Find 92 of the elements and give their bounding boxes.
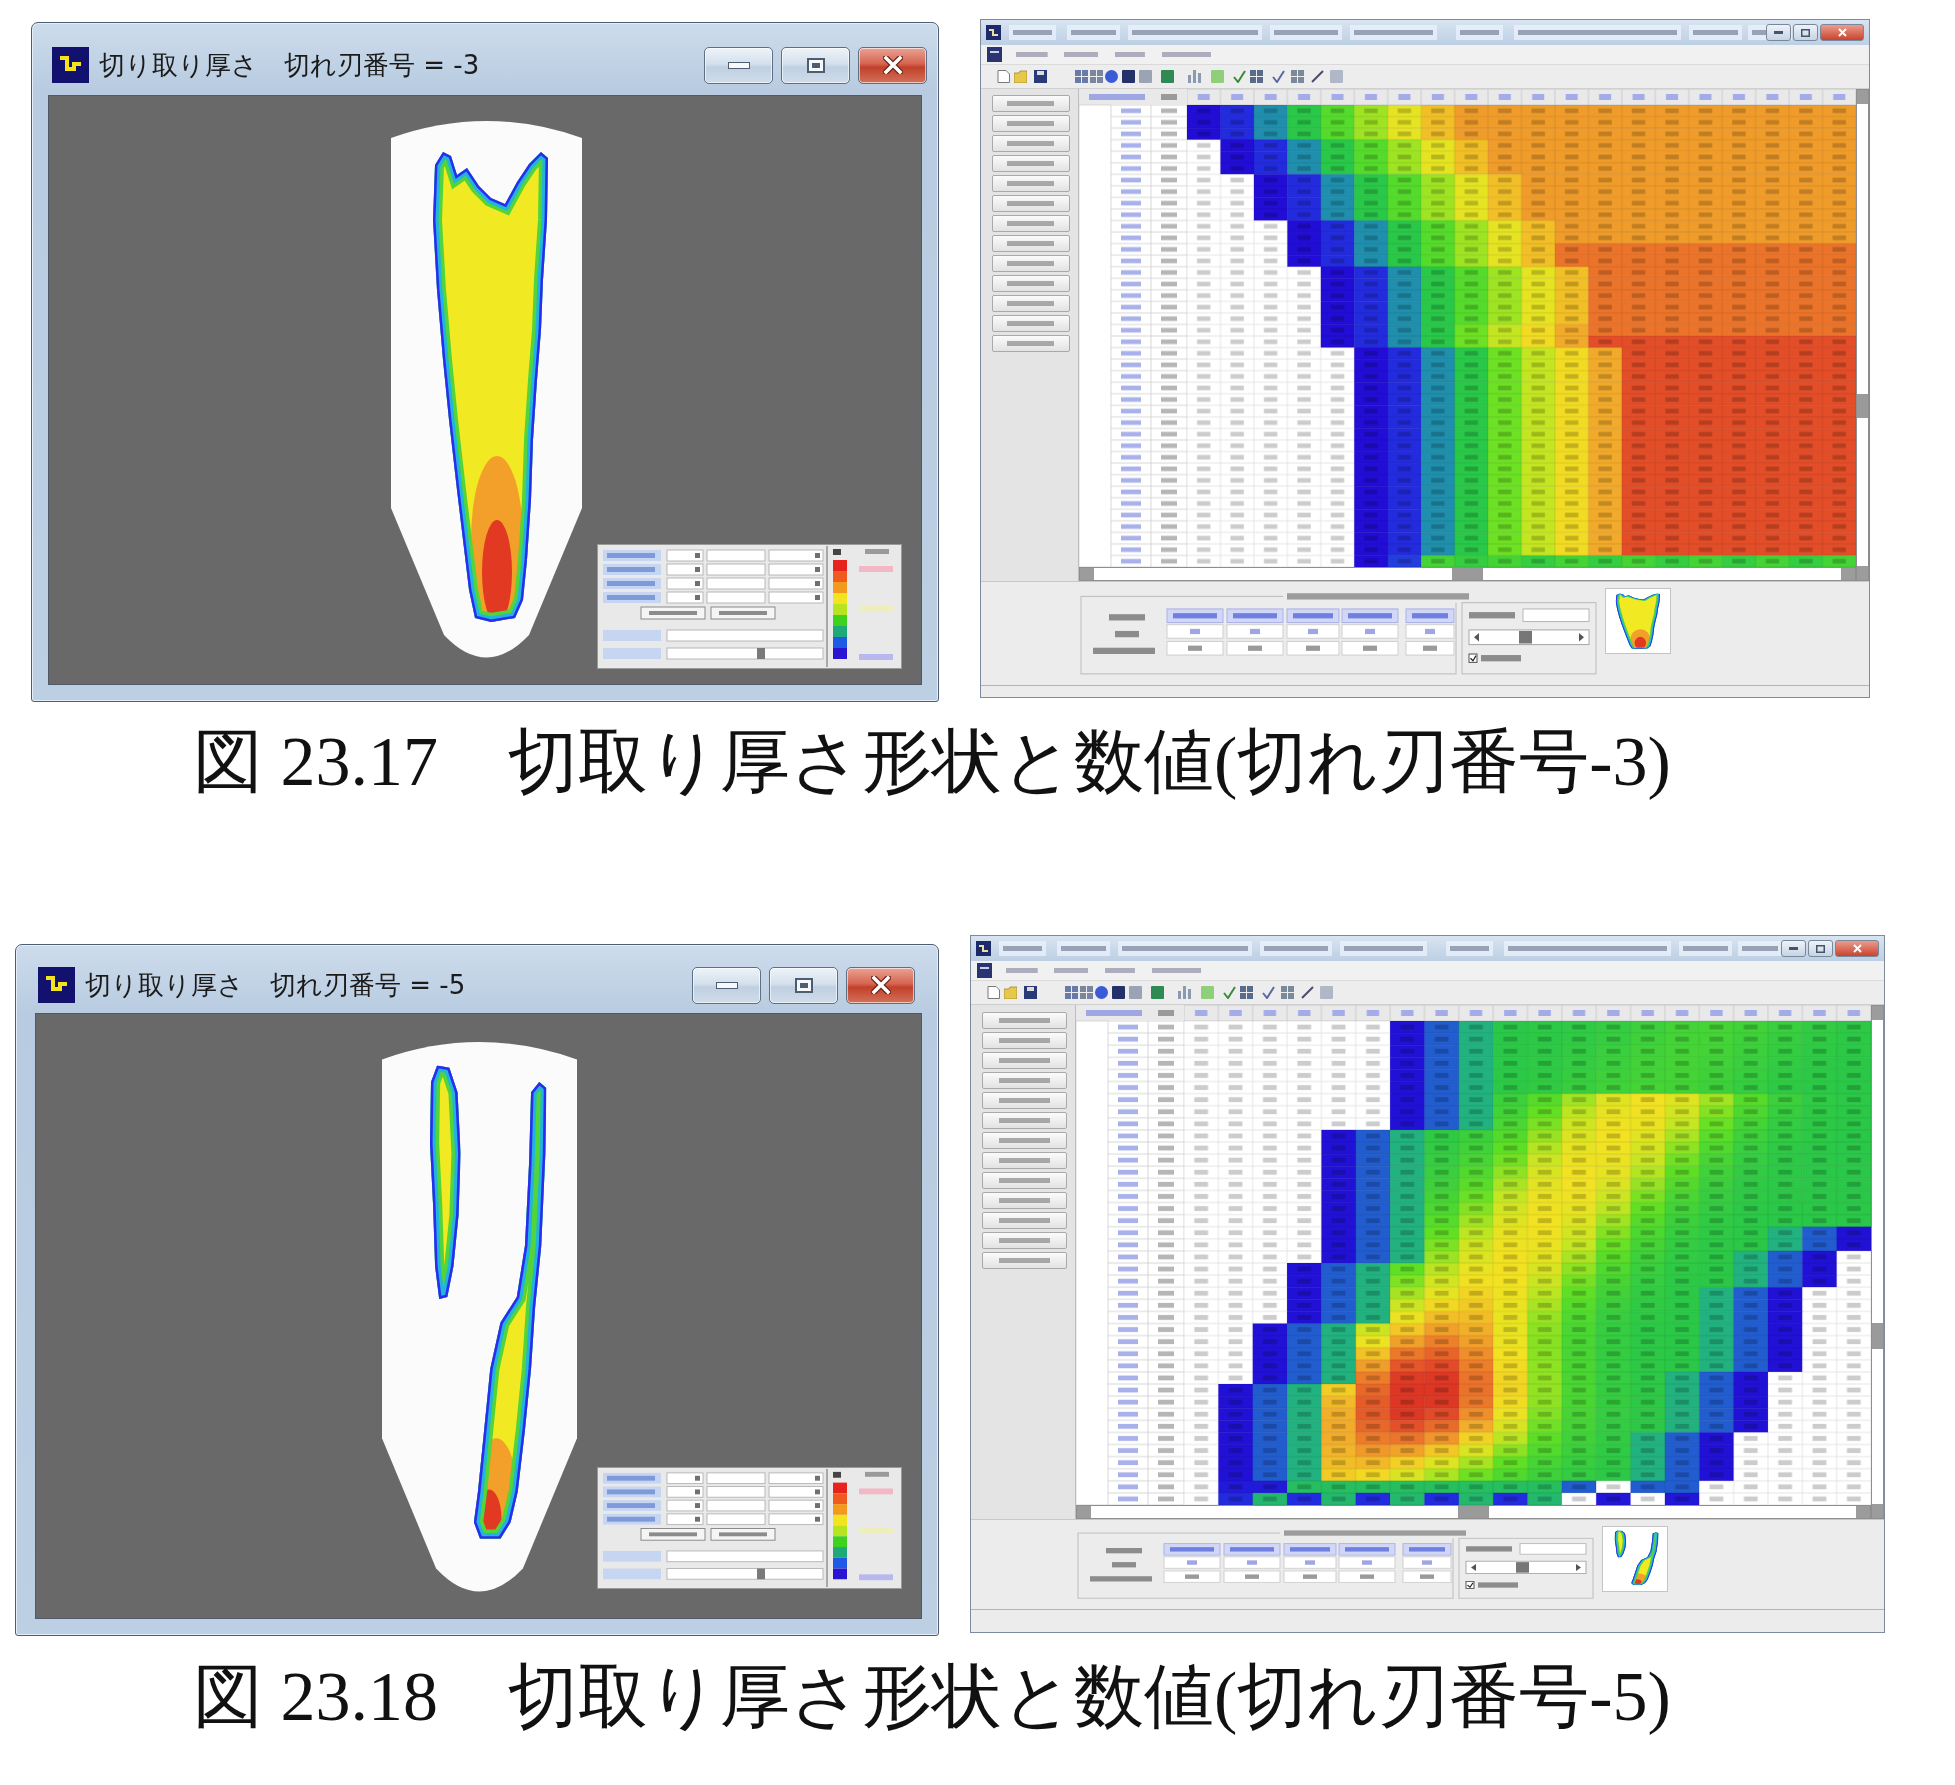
check-icon[interactable]: [1223, 986, 1236, 999]
app-icon: [986, 25, 1001, 40]
maximize-icon: [794, 977, 813, 993]
sidebar-button[interactable]: [992, 295, 1070, 312]
grid-icon[interactable]: [1250, 70, 1263, 83]
minimize-icon: [1789, 947, 1798, 950]
sidebar-button[interactable]: [992, 235, 1070, 252]
sidebar-button[interactable]: [982, 1232, 1067, 1249]
grid-icon[interactable]: [1240, 986, 1253, 999]
sidebar-button[interactable]: [992, 335, 1070, 352]
sidebar-button[interactable]: [982, 1032, 1067, 1049]
minimize-button[interactable]: [692, 966, 761, 1004]
sidebar-button[interactable]: [982, 1172, 1067, 1189]
minimize-icon: [727, 61, 750, 69]
close-button[interactable]: [1820, 24, 1864, 41]
grid-icon[interactable]: [1291, 70, 1304, 83]
vertical-scrollbar[interactable]: [1871, 1005, 1884, 1519]
figure-caption: 図 23.18 切取り厚さ形状と数値(切れ刃番号-5): [192, 1657, 1671, 1737]
circle-icon[interactable]: [1105, 70, 1118, 83]
minimize-icon: [1774, 31, 1783, 34]
close-button[interactable]: [846, 966, 915, 1004]
square-icon[interactable]: [1161, 70, 1174, 83]
sidebar-button[interactable]: [982, 1212, 1067, 1229]
window-icon: [987, 47, 1002, 62]
page-icon[interactable]: [987, 986, 1000, 999]
check-icon[interactable]: [1233, 70, 1246, 83]
sidebar-button[interactable]: [992, 275, 1070, 292]
check-icon[interactable]: [1262, 986, 1275, 999]
sidebar-button[interactable]: [982, 1052, 1067, 1069]
square-icon[interactable]: [1112, 986, 1125, 999]
vertical-scrollbar[interactable]: [1856, 89, 1869, 581]
sidebar-button[interactable]: [982, 1252, 1067, 1269]
window-icon: [977, 963, 992, 978]
sidebar-button[interactable]: [992, 95, 1070, 112]
sidebar-button[interactable]: [992, 135, 1070, 152]
horizontal-scrollbar[interactable]: [1079, 567, 1856, 581]
grid-icon[interactable]: [1080, 986, 1093, 999]
figure-caption: 図 23.17 切取り厚さ形状と数値(切れ刃番号-3): [192, 722, 1671, 802]
sidebar-button[interactable]: [982, 1192, 1067, 1209]
sidebar-button[interactable]: [992, 195, 1070, 212]
maximize-button[interactable]: [1793, 24, 1818, 41]
grid-icon[interactable]: [1065, 986, 1078, 999]
bar-chart-icon[interactable]: [1178, 986, 1191, 999]
grid-icon[interactable]: [1090, 70, 1103, 83]
sidebar-button[interactable]: [992, 315, 1070, 332]
contour-thumbnail: [1602, 1526, 1668, 1592]
line-icon[interactable]: [1301, 986, 1314, 999]
maximize-icon: [1816, 944, 1825, 953]
app-icon: [52, 47, 89, 83]
minimize-button[interactable]: [704, 46, 773, 84]
close-icon: [1852, 944, 1862, 953]
horizontal-scrollbar[interactable]: [1076, 1505, 1871, 1519]
window-title: 切り取り厚さ 切れ刃番号 = -3: [99, 48, 480, 82]
maximize-button[interactable]: [1808, 940, 1833, 957]
maximize-button[interactable]: [769, 966, 838, 1004]
minimize-icon: [715, 981, 738, 989]
sidebar-button[interactable]: [982, 1012, 1067, 1029]
sidebar-button[interactable]: [982, 1132, 1067, 1149]
square-icon[interactable]: [1122, 70, 1135, 83]
square-icon[interactable]: [1151, 986, 1164, 999]
sidebar-button[interactable]: [982, 1072, 1067, 1089]
grid-icon[interactable]: [1281, 986, 1294, 999]
line-icon[interactable]: [1311, 70, 1324, 83]
close-icon: [882, 56, 903, 74]
sidebar-button[interactable]: [982, 1092, 1067, 1109]
folder-icon[interactable]: [1014, 70, 1027, 83]
check-icon[interactable]: [1272, 70, 1285, 83]
close-icon: [1837, 28, 1847, 37]
sidebar-button[interactable]: [992, 115, 1070, 132]
app-icon: [976, 941, 991, 956]
sidebar-button[interactable]: [982, 1152, 1067, 1169]
grid-icon[interactable]: [1075, 70, 1088, 83]
maximize-icon: [1801, 28, 1810, 37]
page-icon[interactable]: [997, 70, 1010, 83]
folder-icon[interactable]: [1004, 986, 1017, 999]
bar-chart-icon[interactable]: [1188, 70, 1201, 83]
sidebar-button[interactable]: [982, 1112, 1067, 1129]
circle-icon[interactable]: [1095, 986, 1108, 999]
sidebar-button[interactable]: [992, 155, 1070, 172]
maximize-icon: [806, 57, 825, 73]
sidebar-button[interactable]: [992, 175, 1070, 192]
close-button[interactable]: [1835, 940, 1879, 957]
minimize-button[interactable]: [1781, 940, 1806, 957]
contour-thumbnail: [1605, 588, 1671, 654]
close-button[interactable]: [858, 46, 927, 84]
sidebar-button[interactable]: [992, 255, 1070, 272]
minimize-button[interactable]: [1766, 24, 1791, 41]
close-icon: [870, 976, 891, 994]
sidebar-button[interactable]: [992, 215, 1070, 232]
maximize-button[interactable]: [781, 46, 850, 84]
window-title: 切り取り厚さ 切れ刃番号 = -5: [85, 968, 466, 1002]
app-icon: [38, 967, 75, 1003]
